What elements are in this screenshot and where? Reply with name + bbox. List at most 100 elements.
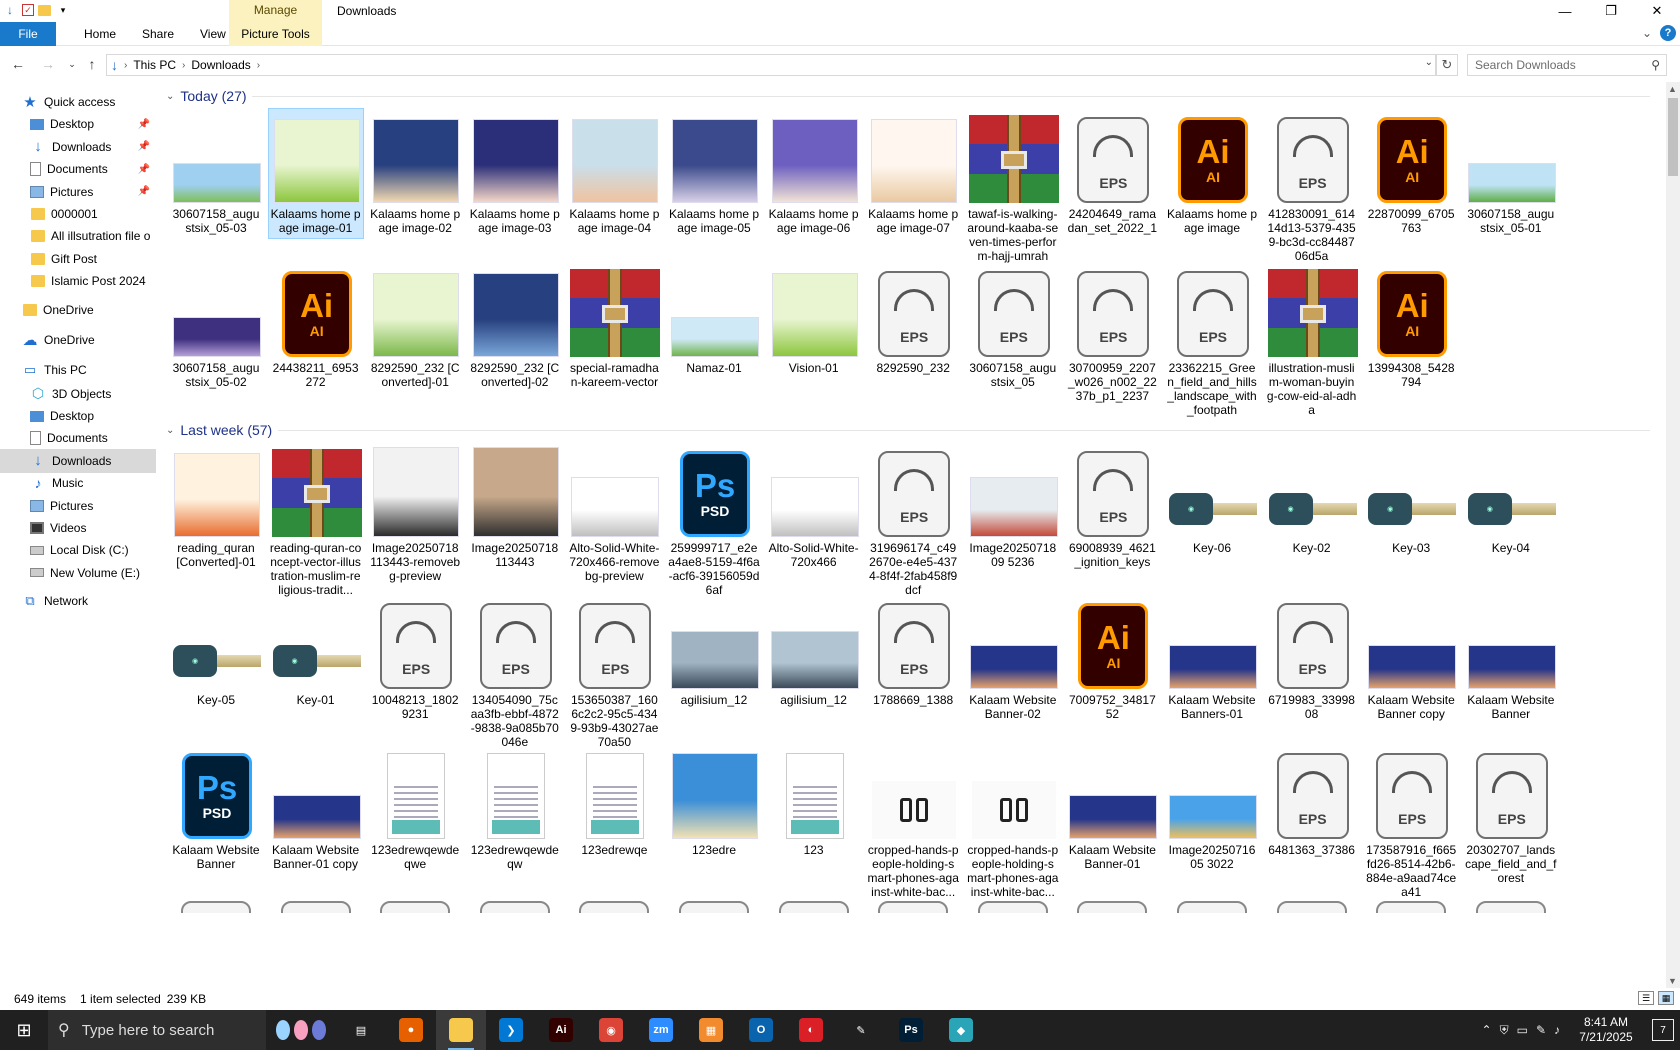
taskbar-app-task-view[interactable]: ▤ [336, 1010, 386, 1050]
taskbar-app-firefox[interactable]: ● [386, 1010, 436, 1050]
file-item-partial[interactable] [1164, 894, 1260, 914]
file-item[interactable]: EPS 24204649_ramadan_set_2022_1 [1064, 108, 1160, 239]
file-item[interactable]: 123edrewqewdeqw [467, 744, 563, 875]
file-item[interactable]: Ps PSD 259999717_e2ea4ae8-5159-4f6a-acf6-3… [666, 442, 762, 601]
recent-locations-icon[interactable]: ⌄ [62, 54, 82, 74]
tab-manage[interactable]: Manage [229, 0, 322, 22]
file-item-partial[interactable] [367, 894, 463, 914]
chevron-right-icon[interactable]: › [124, 60, 127, 71]
pen-tray-icon[interactable]: ✎ [1536, 1023, 1546, 1037]
taskbar-app-photoshop[interactable]: Ps [886, 1010, 936, 1050]
file-item[interactable]: Kalaams home page image-04 [566, 108, 662, 239]
chevron-down-icon[interactable]: ⌄ [1642, 26, 1652, 40]
tab-share[interactable]: Share [128, 22, 188, 46]
minimize-button[interactable]: — [1542, 0, 1588, 22]
search-icon[interactable]: ⚲ [1651, 58, 1660, 72]
download-icon[interactable]: ↓ [2, 2, 18, 18]
pin-icon[interactable]: 📌 [138, 119, 150, 130]
nav-item-0000001[interactable]: 0000001 [0, 202, 156, 226]
file-item[interactable]: EPS 30607158_augustsix_05 [965, 262, 1061, 393]
forward-arrow-icon[interactable]: → [38, 54, 58, 74]
taskbar-app-vscode[interactable]: ❯ [486, 1010, 536, 1050]
new-folder-icon[interactable] [38, 4, 51, 16]
chevron-up-icon[interactable]: ⌃ [1482, 1023, 1492, 1037]
file-item[interactable]: EPS 10048213_18029231 [367, 594, 463, 725]
file-item[interactable]: EPS 134054090_75caa3fb-ebbf-4872-9838-9a0… [467, 594, 563, 753]
file-item[interactable]: cropped-hands-people-holding-smart-phone… [965, 744, 1061, 903]
nav-item-quick-access[interactable]: ★ Quick access [0, 90, 156, 114]
pin-icon[interactable]: 📌 [138, 141, 150, 152]
nav-item-documents[interactable]: Documents 📌 [0, 157, 156, 181]
large-icons-view-icon[interactable]: ▦ [1658, 991, 1674, 1005]
file-item[interactable]: EPS 23362215_Green_field_and_hills_landsc… [1164, 262, 1260, 421]
nav-item-pictures[interactable]: Pictures [0, 494, 156, 518]
file-item[interactable]: Kalaam Website Banner-02 [965, 594, 1061, 725]
security-icon[interactable]: ⛨ [1500, 1023, 1509, 1038]
file-item[interactable]: ◉ Key-04 [1463, 442, 1559, 559]
file-item[interactable]: Alto-Solid-White-720x466 [766, 442, 862, 573]
network-tray-icon[interactable]: ▭ [1517, 1023, 1528, 1037]
file-item[interactable]: Kalaams home page image-03 [467, 108, 563, 239]
tab-file[interactable]: File [0, 22, 56, 46]
nav-item-downloads[interactable]: ↓ Downloads [0, 448, 156, 473]
file-item[interactable]: Ai AI 13994308_5428794 [1363, 262, 1459, 393]
nav-item-pictures[interactable]: Pictures 📌 [0, 180, 156, 204]
windows-start-icon[interactable]: ⊞ [0, 1010, 48, 1050]
file-item-partial[interactable] [766, 894, 862, 914]
file-item[interactable]: special-ramadhan-kareem-vector [566, 262, 662, 393]
taskbar-app-pen-tool[interactable]: ✎ [836, 1010, 886, 1050]
file-item[interactable]: ◉ Key-02 [1264, 442, 1360, 559]
breadcrumb-downloads[interactable]: Downloads [191, 58, 250, 72]
taskbar-search-input[interactable]: ⚲ Type here to search [48, 1010, 266, 1050]
nav-item-documents[interactable]: Documents [0, 426, 156, 450]
file-item[interactable]: EPS 1788669_1388 [865, 594, 961, 711]
file-item[interactable]: agilisium_12 [766, 594, 862, 711]
nav-item-all-illsutration-file-o[interactable]: All illsutration file o [0, 224, 156, 248]
file-item[interactable]: Ai AI 7009752_3481752 [1064, 594, 1160, 725]
breadcrumb-this-pc[interactable]: This PC [133, 58, 176, 72]
file-item[interactable]: Kalaams home page image-02 [367, 108, 463, 239]
file-item[interactable]: Image20250718113443 [467, 442, 563, 573]
nav-item-islamic-post-2024[interactable]: Islamic Post 2024 [0, 269, 156, 293]
file-item[interactable]: tawaf-is-walking-around-kaaba-seven-time… [965, 108, 1061, 267]
file-item[interactable]: 8292590_232 [Converted]-02 [467, 262, 563, 393]
pin-icon[interactable]: 📌 [138, 186, 150, 197]
taskbar-app-creative-cloud[interactable]: ◐ [786, 1010, 836, 1050]
group-header[interactable]: ⌄ Today (27) [166, 86, 247, 106]
file-item[interactable]: 123 [766, 744, 862, 861]
file-item[interactable]: Kalaams home page image-01 [267, 108, 364, 239]
file-item[interactable]: EPS 173587916_f665fd26-8514-42b6-884e-a9a… [1363, 744, 1459, 903]
file-item[interactable]: Namaz-01 [666, 262, 762, 379]
back-arrow-icon[interactable]: ← [8, 54, 28, 74]
file-item[interactable]: ◉ Key-06 [1164, 442, 1260, 559]
file-item[interactable]: Ai AI 22870099_6705763 [1363, 108, 1459, 239]
collapse-group-icon[interactable]: ⌄ [166, 91, 174, 102]
file-item[interactable]: EPS 153650387_1606c2c2-95c5-4349-93b9-430… [566, 594, 662, 753]
address-dropdown-icon[interactable]: ⌄ [1425, 57, 1433, 68]
taskbar-app-app-diamond[interactable]: ◆ [936, 1010, 986, 1050]
file-item[interactable]: 123edrewqe [566, 744, 662, 861]
file-item[interactable]: Kalaam Website Banner [1463, 594, 1559, 725]
file-item[interactable]: 30607158_augustsix_05-02 [168, 262, 264, 393]
scrollbar-thumb[interactable] [1668, 98, 1678, 176]
file-item[interactable]: Kalaams home page image-07 [865, 108, 961, 239]
search-input[interactable]: Search Downloads ⚲ [1467, 54, 1667, 76]
search-highlight-icon[interactable] [266, 1010, 336, 1050]
taskbar-app-file-explorer[interactable] [436, 1010, 486, 1050]
nav-item-new-volume-e[interactable]: New Volume (E:) [0, 561, 156, 585]
file-item-partial[interactable] [168, 894, 264, 914]
nav-item-downloads[interactable]: ↓ Downloads 📌 [0, 135, 156, 159]
file-item[interactable]: ◉ Key-05 [168, 594, 264, 711]
nav-item-music[interactable]: ♪ Music [0, 471, 156, 495]
file-item[interactable]: EPS 6481363_37386 [1264, 744, 1360, 861]
file-item-partial[interactable] [865, 894, 961, 914]
file-item[interactable]: Kalaams home page image-06 [766, 108, 862, 239]
taskbar-app-illustrator[interactable]: Ai [536, 1010, 586, 1050]
vertical-scrollbar[interactable]: ▲ ▼ [1666, 82, 1680, 988]
file-item[interactable]: EPS 30700959_2207_w026_n002_2237b_p1_2237 [1064, 262, 1160, 407]
file-item-partial[interactable] [1264, 894, 1360, 914]
file-item[interactable]: 123edre [666, 744, 762, 861]
file-item[interactable]: Kalaam Website Banner copy [1363, 594, 1459, 725]
file-item[interactable]: Alto-Solid-White-720x466-removebg-previe… [566, 442, 662, 587]
nav-item-this-pc[interactable]: ▭ This PC [0, 358, 156, 382]
